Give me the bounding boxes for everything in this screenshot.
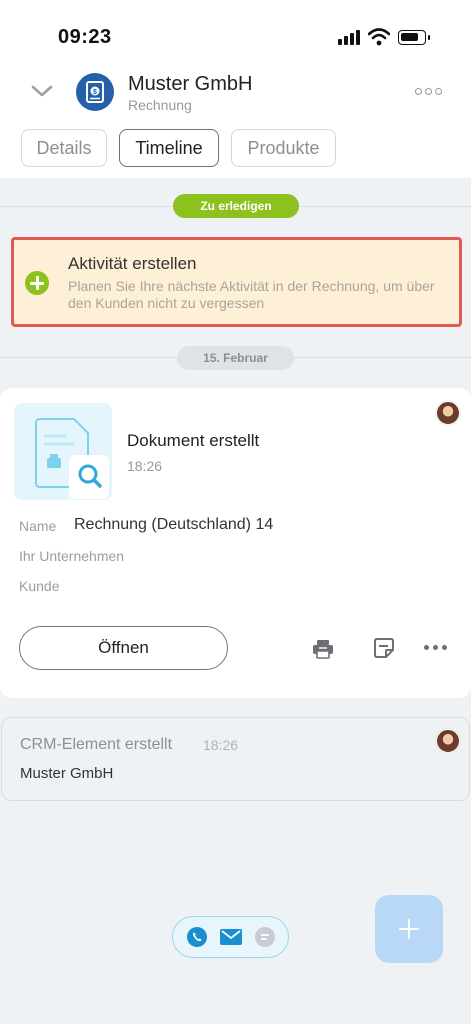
crm-title: CRM-Element erstellt — [20, 736, 173, 753]
open-button[interactable]: Öffnen — [19, 626, 228, 670]
crm-time: 18:26 — [203, 737, 239, 753]
battery-icon — [398, 30, 430, 45]
user-avatar[interactable] — [436, 401, 460, 425]
crm-subtitle[interactable]: Muster GmbH — [20, 765, 113, 782]
tab-produkte[interactable]: Produkte — [231, 129, 336, 167]
date-badge: 15. Februar — [177, 346, 294, 370]
more-icon[interactable] — [415, 86, 443, 98]
add-fab-button[interactable] — [375, 895, 443, 963]
page-subtitle: Rechnung — [128, 97, 192, 113]
status-time: 09:23 — [58, 26, 112, 48]
note-icon[interactable] — [373, 637, 395, 659]
field-label-name: Name — [19, 518, 57, 534]
field-label-customer: Kunde — [19, 578, 60, 594]
document-search-icon — [35, 418, 109, 499]
svg-text:$: $ — [93, 89, 97, 96]
crm-element-card: CRM-Element erstellt 18:26 Muster GmbH — [1, 717, 470, 801]
print-icon[interactable] — [312, 638, 334, 660]
phone-icon[interactable] — [187, 927, 207, 947]
document-time: 18:26 — [127, 458, 163, 474]
document-thumbnail[interactable] — [14, 403, 112, 500]
activity-description: Planen Sie Ihre nächste Aktivität in der… — [68, 278, 435, 311]
signal-bars-icon — [338, 29, 360, 45]
tab-details[interactable]: Details — [21, 129, 107, 167]
more-icon[interactable] — [424, 645, 447, 651]
invoice-dollar-icon: $ — [76, 73, 114, 111]
activity-title: Aktivität erstellen — [68, 254, 197, 273]
page-title: Muster GmbH — [128, 73, 253, 95]
document-created-card: Dokument erstellt 18:26 Name Rechnung (D… — [0, 388, 471, 698]
chevron-down-icon[interactable] — [29, 82, 55, 100]
wifi-icon — [368, 28, 390, 46]
create-activity-card[interactable]: Aktivität erstellen Planen Sie Ihre näch… — [11, 237, 462, 327]
document-title: Dokument erstellt — [127, 431, 260, 450]
communication-bar — [172, 916, 289, 958]
field-value-name[interactable]: Rechnung (Deutschland) 14 — [74, 516, 273, 534]
field-label-company: Ihr Unternehmen — [19, 548, 125, 564]
add-activity-icon[interactable] — [25, 271, 49, 295]
tab-timeline[interactable]: Timeline — [119, 129, 219, 167]
user-avatar[interactable] — [436, 729, 460, 753]
mail-icon[interactable] — [220, 929, 242, 945]
header-area: 09:23 $ Muster GmbH Rechnung Details Tim… — [0, 0, 471, 178]
chat-icon[interactable] — [255, 927, 275, 947]
todo-section-badge: Zu erledigen — [173, 194, 299, 218]
